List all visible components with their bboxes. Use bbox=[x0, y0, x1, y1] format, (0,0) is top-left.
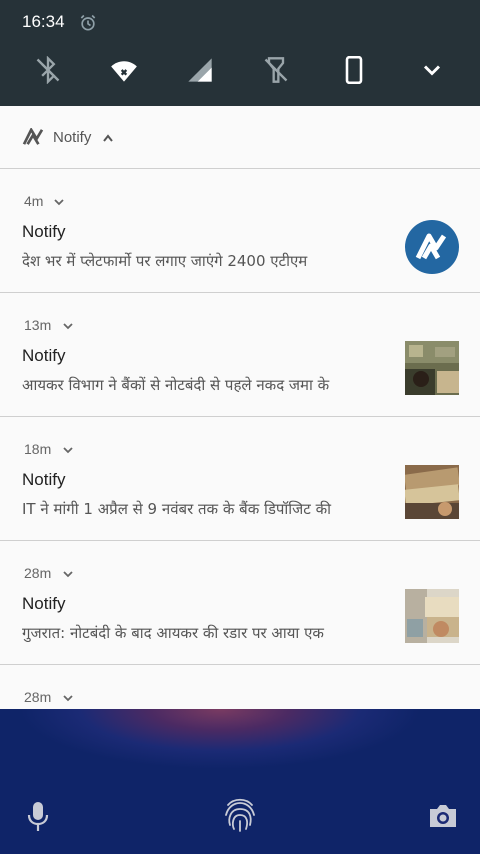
microphone-icon[interactable] bbox=[26, 801, 50, 833]
chevron-down-icon[interactable] bbox=[63, 571, 73, 578]
notification-item[interactable]: 4m Notify देश भर में प्लेटफार्मो पर लगाए… bbox=[0, 169, 480, 293]
notification-time: 18m bbox=[24, 441, 52, 457]
notification-group-header[interactable]: Notify bbox=[0, 106, 480, 169]
notification-shade: Notify 4m Notify देश भर में प्लेटफार्मो … bbox=[0, 106, 480, 709]
chevron-down-icon[interactable] bbox=[63, 447, 73, 454]
chevron-up-icon[interactable] bbox=[103, 134, 113, 142]
notification-title: Notify bbox=[22, 470, 66, 489]
chevron-down-icon[interactable] bbox=[63, 695, 73, 702]
rotation-portrait-icon[interactable] bbox=[340, 56, 368, 84]
status-time: 16:34 bbox=[22, 12, 65, 31]
bluetooth-off-icon[interactable] bbox=[34, 56, 62, 84]
notification-text: गुजरात: नोटबंदी के बाद आयकर की रडार पर आ… bbox=[22, 624, 324, 642]
notification-text: आयकर विभाग ने बैंकों से नोटबंदी से पहले … bbox=[22, 376, 330, 394]
flashlight-off-icon[interactable] bbox=[262, 56, 290, 84]
notify-logo-icon bbox=[415, 233, 447, 260]
notification-text: IT ने मांगी 1 अप्रैल से 9 नवंबर तक के बै… bbox=[22, 500, 332, 518]
quick-settings-panel: 16:34 bbox=[0, 0, 480, 106]
notification-item[interactable]: 13m Notify आयकर विभाग ने बैंकों से नोटबं… bbox=[0, 293, 480, 417]
group-app-name: Notify bbox=[53, 129, 92, 146]
notify-logo-icon bbox=[22, 128, 44, 145]
notification-title: Notify bbox=[22, 346, 66, 365]
notification-item[interactable]: 28m Notify गुजरात: नोटबंदी के बाद आयकर क… bbox=[0, 541, 480, 665]
notification-time: 13m bbox=[24, 317, 52, 333]
notification-title: Notify bbox=[22, 222, 66, 241]
alarm-clock-icon bbox=[80, 14, 96, 31]
news-thumbnail-image bbox=[405, 465, 459, 519]
expand-chevron-icon[interactable] bbox=[418, 56, 446, 84]
fingerprint-icon[interactable] bbox=[222, 795, 258, 835]
wifi-icon[interactable] bbox=[110, 56, 138, 84]
notification-item[interactable]: 18m Notify IT ने मांगी 1 अप्रैल से 9 नवं… bbox=[0, 417, 480, 541]
chevron-down-icon[interactable] bbox=[54, 199, 64, 206]
chevron-down-icon[interactable] bbox=[63, 323, 73, 330]
notification-time: 28m bbox=[24, 689, 52, 705]
notification-text: देश भर में प्लेटफार्मो पर लगाए जाएंगे 24… bbox=[22, 252, 308, 270]
lock-screen-bottom bbox=[0, 709, 480, 854]
cellular-signal-icon[interactable] bbox=[186, 56, 214, 84]
camera-icon[interactable] bbox=[428, 803, 458, 829]
notification-time: 4m bbox=[24, 193, 44, 209]
notification-title: Notify bbox=[22, 594, 66, 613]
notification-item[interactable]: 28m bbox=[0, 665, 480, 709]
news-thumbnail-image bbox=[405, 341, 459, 395]
notify-app-logo bbox=[405, 220, 459, 274]
news-thumbnail-image bbox=[405, 589, 459, 643]
notification-time: 28m bbox=[24, 565, 52, 581]
